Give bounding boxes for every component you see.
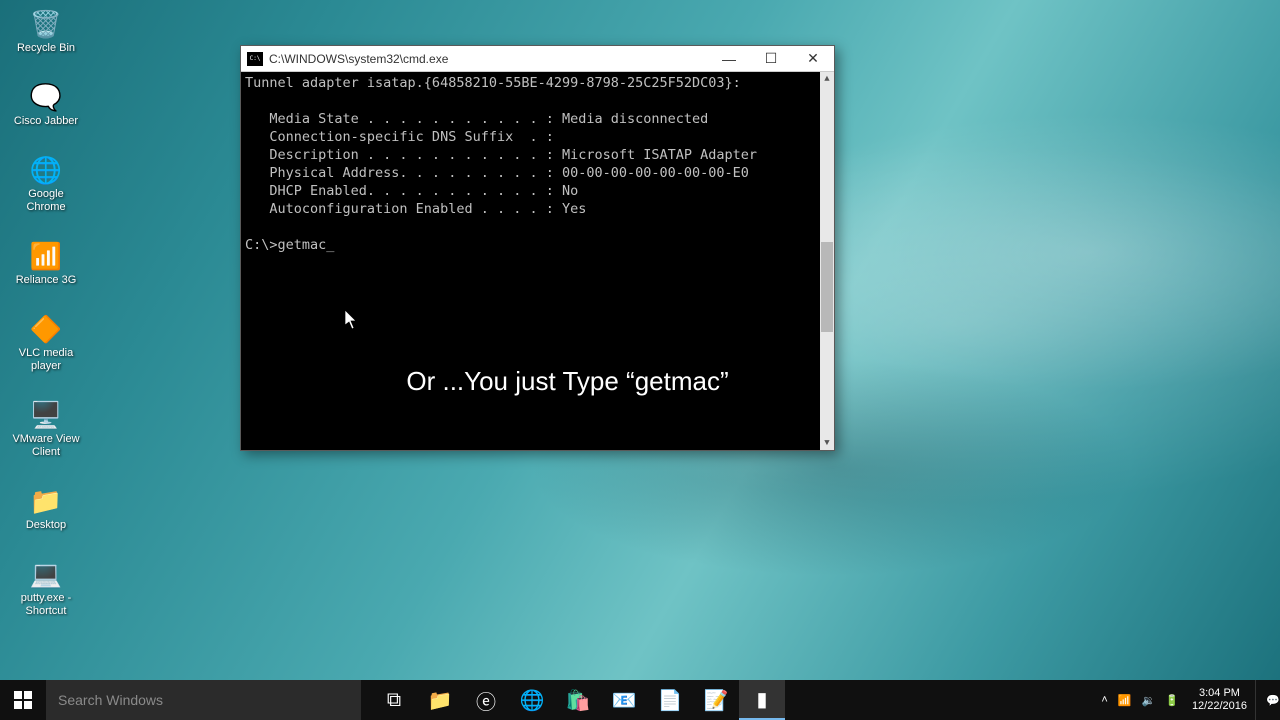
scroll-thumb[interactable] xyxy=(821,242,833,332)
cmd-window: C:\WINDOWS\system32\cmd.exe — ☐ ✕ Tunnel… xyxy=(240,45,835,451)
desktop-icon-label: Cisco Jabber xyxy=(14,115,78,128)
taskbar-notepad-icon[interactable]: 📄 xyxy=(647,680,693,720)
vlc-media-player-icon: 🔶 xyxy=(28,311,64,347)
desktop-icon-desktop-folder[interactable]: 📁Desktop xyxy=(6,483,86,532)
cmd-icon xyxy=(247,52,263,66)
tray-overflow-icon[interactable]: ˄ xyxy=(1096,680,1112,720)
taskbar-outlook-icon[interactable]: 📧 xyxy=(601,680,647,720)
taskbar-pinned: ⧉📁ⓔ🌐🛍️📧📄📝▮ xyxy=(371,680,785,720)
network-icon[interactable]: 📶 xyxy=(1113,680,1137,720)
taskbar-file-explorer-icon[interactable]: 📁 xyxy=(417,680,463,720)
desktop-icon-putty-shortcut[interactable]: 💻putty.exe - Shortcut xyxy=(6,556,86,618)
minimize-button[interactable]: — xyxy=(708,46,750,72)
recycle-bin-icon: 🗑️ xyxy=(28,6,64,42)
taskbar-notepad-plus-icon[interactable]: 📝 xyxy=(693,680,739,720)
desktop-icon-label: VLC media player xyxy=(11,347,81,373)
battery-icon[interactable]: 🔋 xyxy=(1160,680,1184,720)
scroll-up-icon[interactable]: ▲ xyxy=(820,72,834,86)
cmd-titlebar[interactable]: C:\WINDOWS\system32\cmd.exe — ☐ ✕ xyxy=(241,46,834,72)
desktop-icon-cisco-jabber[interactable]: 🗨️Cisco Jabber xyxy=(6,79,86,128)
clock[interactable]: 3:04 PM 12/22/2016 xyxy=(1184,680,1255,720)
action-center-icon[interactable]: 💬 xyxy=(1255,680,1276,720)
desktop-icon-reliance-3g[interactable]: 📶Reliance 3G xyxy=(6,238,86,287)
desktop-icon-label: VMware View Client xyxy=(11,433,81,459)
cmd-title: C:\WINDOWS\system32\cmd.exe xyxy=(269,52,708,66)
cmd-body[interactable]: Tunnel adapter isatap.{64858210-55BE-429… xyxy=(241,72,834,450)
volume-icon[interactable]: 🔉 xyxy=(1137,680,1161,720)
taskbar-internet-explorer-icon[interactable]: ⓔ xyxy=(463,680,509,720)
putty-shortcut-icon: 💻 xyxy=(28,556,64,592)
search-placeholder: Search Windows xyxy=(58,692,163,708)
taskbar-store-icon[interactable]: 🛍️ xyxy=(555,680,601,720)
taskbar-chrome-icon[interactable]: 🌐 xyxy=(509,680,555,720)
desktop-icon-label: putty.exe - Shortcut xyxy=(11,592,81,618)
desktop-icon-google-chrome[interactable]: 🌐Google Chrome xyxy=(6,152,86,214)
desktop-icon-label: Desktop xyxy=(26,519,66,532)
maximize-button[interactable]: ☐ xyxy=(750,46,792,72)
taskbar: Search Windows ⧉📁ⓔ🌐🛍️📧📄📝▮ ˄ 📶 🔉 🔋 3:04 P… xyxy=(0,680,1280,720)
vmware-view-client-icon: 🖥️ xyxy=(28,397,64,433)
desktop-icon-label: Google Chrome xyxy=(11,188,81,214)
clock-time: 3:04 PM xyxy=(1199,687,1240,700)
search-box[interactable]: Search Windows xyxy=(46,680,361,720)
close-button[interactable]: ✕ xyxy=(792,46,834,72)
desktop-icon-label: Reliance 3G xyxy=(16,274,77,287)
windows-logo-icon xyxy=(14,691,32,709)
google-chrome-icon: 🌐 xyxy=(28,152,64,188)
desktop-icon-recycle-bin[interactable]: 🗑️Recycle Bin xyxy=(6,6,86,55)
tutorial-caption: Or ...You just Type “getmac” xyxy=(321,372,814,390)
cisco-jabber-icon: 🗨️ xyxy=(28,79,64,115)
desktop-icon-vlc-media-player[interactable]: 🔶VLC media player xyxy=(6,311,86,373)
reliance-3g-icon: 📶 xyxy=(28,238,64,274)
system-tray: ˄ 📶 🔉 🔋 3:04 PM 12/22/2016 💬 xyxy=(1096,680,1280,720)
cmd-scrollbar[interactable]: ▲ ▼ xyxy=(820,72,834,450)
taskbar-cmd-icon[interactable]: ▮ xyxy=(739,680,785,720)
desktop-icons: 🗑️Recycle Bin 🗨️Cisco Jabber 🌐Google Chrom… xyxy=(6,6,86,642)
desktop-folder-icon: 📁 xyxy=(28,483,64,519)
start-button[interactable] xyxy=(0,680,46,720)
cmd-output: Tunnel adapter isatap.{64858210-55BE-429… xyxy=(245,74,814,254)
desktop-icon-vmware-view-client[interactable]: 🖥️VMware View Client xyxy=(6,397,86,459)
clock-date: 12/22/2016 xyxy=(1192,700,1247,713)
taskbar-task-view-icon[interactable]: ⧉ xyxy=(371,680,417,720)
scroll-down-icon[interactable]: ▼ xyxy=(820,436,834,450)
desktop-icon-label: Recycle Bin xyxy=(17,42,75,55)
